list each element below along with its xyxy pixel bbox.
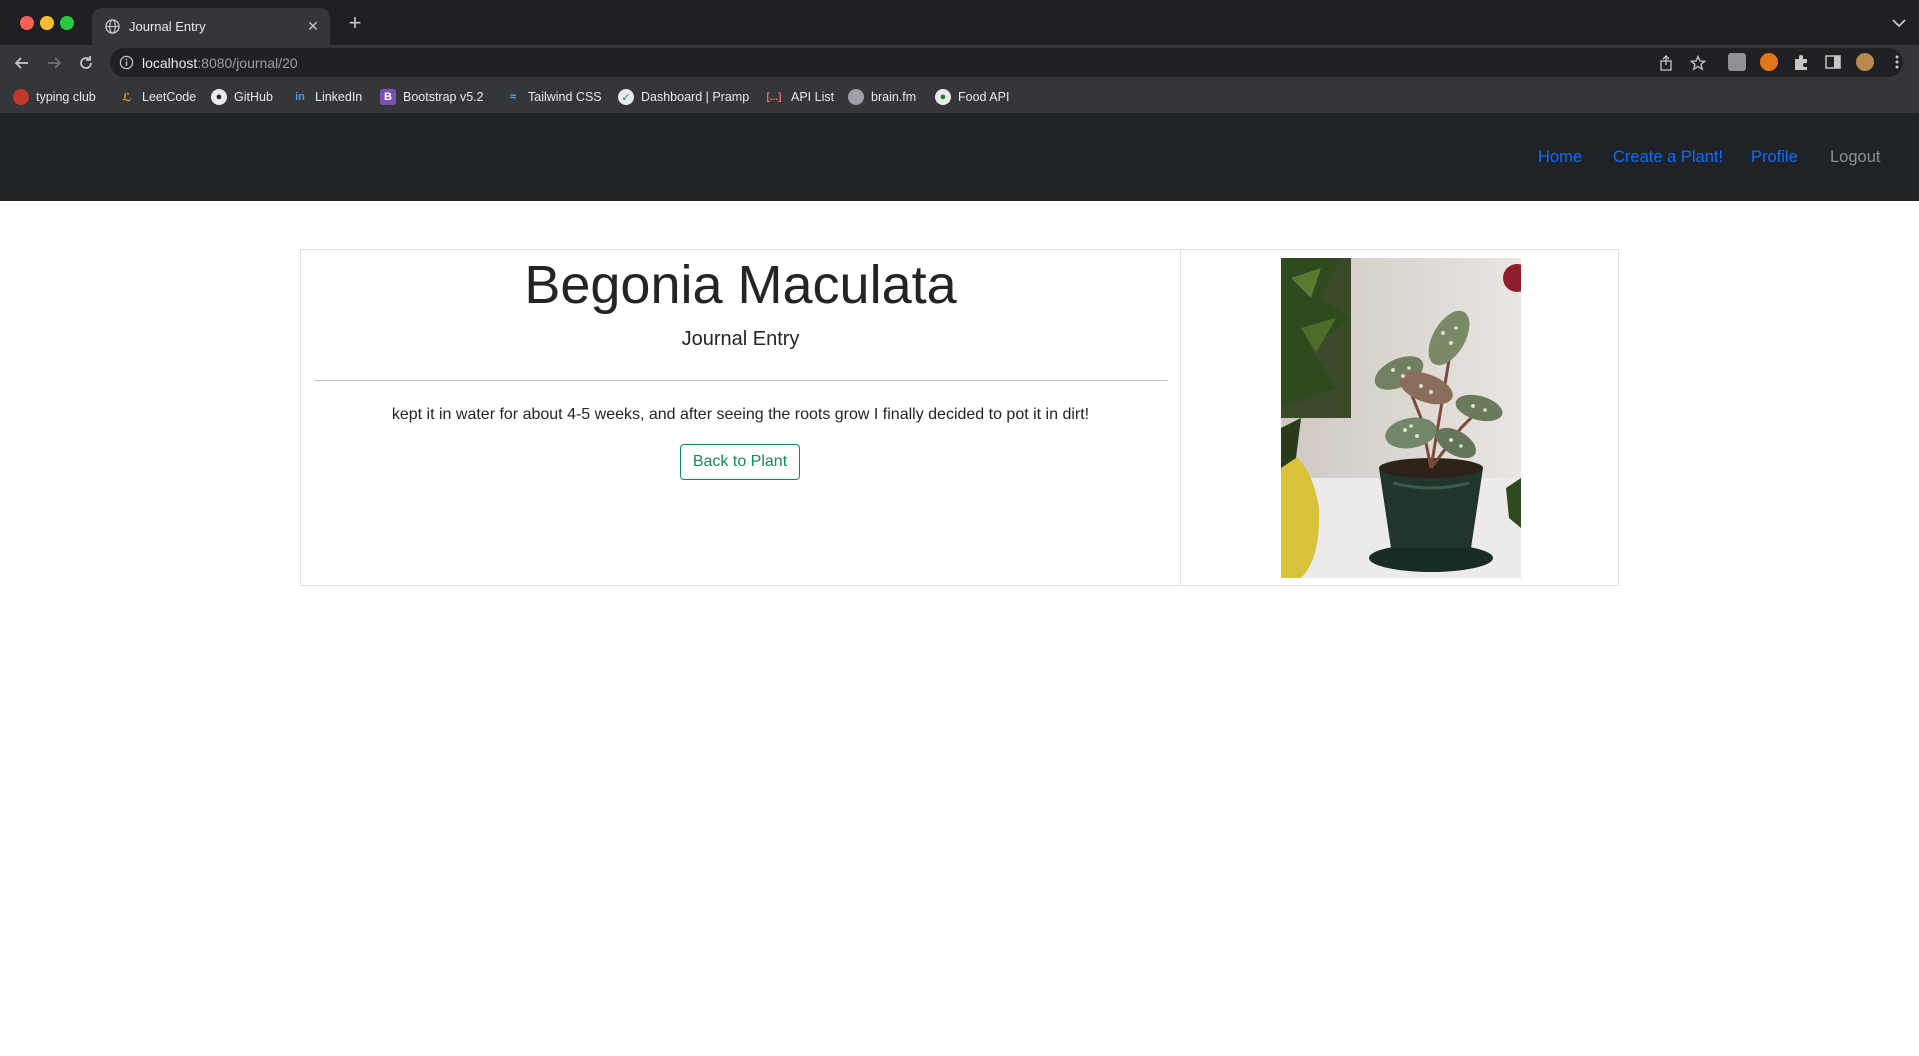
leetcode-icon: ℒ	[122, 91, 132, 104]
bookmark-label: LeetCode	[142, 90, 197, 104]
bookmark-pramp[interactable]: ✓ Dashboard | Pramp	[618, 88, 749, 106]
browser-toolbar: localhost:8080/journal/20	[0, 45, 1919, 80]
bookmarks-bar: typing club ℒ LeetCode ● GitHub in Linke…	[0, 80, 1919, 114]
bookmark-food-api[interactable]: ● Food API	[935, 88, 1009, 106]
side-panel-icon[interactable]	[1824, 53, 1842, 71]
metamask-icon[interactable]	[1760, 53, 1778, 71]
browser-tab-active[interactable]: Journal Entry ✕	[92, 8, 330, 45]
nav-logout-link[interactable]: Logout	[1830, 148, 1880, 167]
nav-create-plant-link[interactable]: Create a Plant!	[1613, 148, 1723, 167]
typing-club-icon	[13, 89, 29, 105]
globe-icon	[105, 19, 120, 34]
brainfm-icon	[848, 89, 864, 105]
bookmark-label: Bootstrap v5.2	[403, 90, 484, 104]
bookmark-bootstrap[interactable]: B Bootstrap v5.2	[380, 88, 484, 106]
divider	[314, 380, 1167, 381]
site-info-icon[interactable]	[119, 55, 134, 70]
bookmark-typing-club[interactable]: typing club	[13, 88, 96, 106]
share-icon[interactable]	[1658, 55, 1674, 71]
close-window-button[interactable]	[20, 16, 34, 30]
bookmark-brainfm[interactable]: brain.fm	[848, 88, 916, 106]
browser-tab-bar: Journal Entry ✕ +	[0, 0, 1919, 45]
back-arrow-icon[interactable]	[12, 53, 32, 73]
bookmark-github[interactable]: ● GitHub	[211, 88, 273, 106]
url-host: localhost	[142, 55, 198, 71]
bookmark-api-list[interactable]: [...] API List	[764, 88, 835, 106]
bookmark-label: Dashboard | Pramp	[641, 90, 750, 104]
bootstrap-icon: B	[380, 89, 396, 105]
journal-entry-details: Begonia Maculata Journal Entry kept it i…	[301, 250, 1181, 585]
github-icon: ●	[211, 89, 227, 105]
linkedin-icon: in	[295, 91, 305, 103]
back-to-plant-button[interactable]: Back to Plant	[680, 444, 800, 480]
puzzle-icon[interactable]	[1792, 53, 1810, 71]
bookmark-label: LinkedIn	[315, 90, 363, 104]
plant-name-heading: Begonia Maculata	[524, 255, 957, 315]
page-subtitle: Journal Entry	[681, 328, 800, 350]
bookmark-label: GitHub	[234, 90, 273, 104]
star-icon[interactable]	[1690, 55, 1706, 71]
bookmark-label: Tailwind CSS	[528, 90, 602, 104]
url-text: localhost:8080/journal/20	[142, 55, 298, 71]
nav-home-link[interactable]: Home	[1538, 148, 1582, 167]
bookmark-leetcode[interactable]: ℒ LeetCode	[119, 88, 196, 106]
reload-icon[interactable]	[76, 53, 96, 73]
journal-entry-text: kept it in water for about 4-5 weeks, an…	[391, 406, 1090, 423]
site-navbar: Home Create a Plant! Profile Logout	[0, 113, 1919, 201]
bookmark-label: API List	[791, 90, 835, 104]
avatar[interactable]	[1856, 53, 1874, 71]
new-tab-icon[interactable]: +	[345, 12, 365, 34]
journal-entry-card: Begonia Maculata Journal Entry kept it i…	[300, 249, 1619, 586]
pramp-icon: ✓	[618, 89, 634, 105]
kebab-menu-icon[interactable]	[1888, 53, 1906, 71]
tailwind-icon: ≈	[509, 91, 517, 103]
url-path: :8080/journal/20	[197, 55, 298, 71]
plant-photo	[1281, 258, 1521, 578]
food-api-icon: ●	[935, 89, 951, 105]
address-bar[interactable]: localhost:8080/journal/20	[110, 48, 1903, 77]
bookmark-label: typing club	[36, 90, 96, 104]
tab-title: Journal Entry	[129, 19, 206, 34]
maximize-window-button[interactable]	[60, 16, 74, 30]
bookmark-label: brain.fm	[871, 90, 917, 104]
chevron-down-icon[interactable]	[1889, 14, 1909, 32]
forward-arrow-icon[interactable]	[44, 53, 64, 73]
bookmark-tailwind[interactable]: ≈ Tailwind CSS	[505, 88, 602, 106]
bookmark-label: Food API	[958, 90, 1010, 104]
brackets-icon: [...]	[766, 91, 782, 103]
minimize-window-button[interactable]	[40, 16, 54, 30]
extension-k-icon[interactable]	[1728, 53, 1746, 71]
nav-profile-link[interactable]: Profile	[1751, 148, 1798, 167]
bookmark-linkedin[interactable]: in LinkedIn	[292, 88, 362, 106]
close-tab-icon[interactable]: ✕	[304, 17, 322, 35]
